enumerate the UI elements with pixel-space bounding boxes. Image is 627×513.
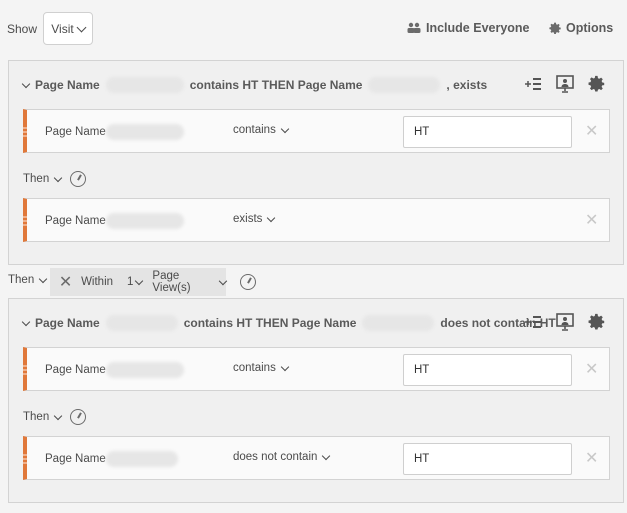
rule-row: Page Name exists ✕ [23,198,610,242]
redacted-value [368,77,441,93]
chevron-down-icon [280,124,290,133]
title-suffix: , exists [446,78,488,92]
rule-dimension[interactable]: Page Name [45,124,184,140]
chevron-down-icon [21,79,31,88]
rule-row: Page Name does not contain HT ✕ [23,436,610,480]
operator-dropdown[interactable]: contains [233,362,290,374]
drag-handle[interactable] [23,125,27,139]
chevron-down-icon [322,451,331,460]
chevron-down-icon [53,411,63,420]
toolbar: Show Visit Include Everyone Options [0,0,627,56]
show-select-value: Visit [51,21,74,36]
people-icon [407,22,421,33]
rule-dimension[interactable]: Page Name [45,213,184,229]
clock-icon[interactable] [240,274,256,290]
close-icon[interactable]: ✕ [585,448,598,468]
dimension-label: Page Name [45,453,106,465]
then-label: Then [23,411,50,423]
options-button[interactable]: Options [549,21,613,35]
presentation-icon[interactable] [555,312,575,332]
container-title[interactable]: Page Name contains HT THEN Page Name doe… [21,315,556,331]
operator-label: exists [233,213,263,225]
operator-label: contains [233,362,276,374]
clock-icon[interactable] [70,409,87,425]
rule-value-input[interactable]: HT [403,354,572,386]
container-header: Page Name contains HT THEN Page Name , e… [9,61,623,109]
clock-icon[interactable] [70,171,87,187]
within-unit-dropdown[interactable]: Page View(s) [152,270,228,294]
container-header: Page Name contains HT THEN Page Name doe… [9,299,623,347]
presentation-icon[interactable] [555,74,575,94]
redacted-value [105,451,178,467]
sequence-container-1: Page Name contains HT THEN Page Name , e… [8,60,624,265]
then-connector: Then [23,409,87,425]
then-label: Then [23,173,50,185]
within-unit-value: Page View(s) [152,270,191,294]
gear-icon[interactable] [587,312,607,332]
redacted-value [105,124,184,140]
operator-dropdown[interactable]: contains [233,124,290,136]
operator-dropdown[interactable]: does not contain [233,451,331,463]
then-dropdown[interactable]: Then [23,173,63,185]
operator-dropdown[interactable]: exists [233,213,276,225]
close-icon[interactable]: ✕ [585,121,598,141]
operator-label: contains [233,124,276,136]
redacted-value [105,362,184,378]
chevron-down-icon [280,362,290,371]
chevron-down-icon [135,276,144,285]
options-label: Options [566,21,614,35]
rule-value-input[interactable]: HT [403,443,572,475]
drag-handle[interactable] [23,214,27,228]
title-mid: contains HT THEN Page Name [183,316,357,330]
chevron-down-icon [218,276,228,285]
drag-handle[interactable] [23,363,27,377]
chevron-down-icon [267,213,276,222]
dimension-label: Page Name [45,126,106,138]
operator-label: does not contain [233,451,318,463]
close-icon[interactable]: ✕ [585,210,598,230]
redacted-value [105,77,184,93]
within-count-value: 1 [127,276,134,288]
gear-icon [549,22,561,34]
chevron-down-icon [76,22,87,32]
redacted-value [105,213,184,229]
close-icon[interactable]: ✕ [585,359,598,379]
include-everyone-button[interactable]: Include Everyone [407,21,530,35]
container-title[interactable]: Page Name contains HT THEN Page Name , e… [21,77,488,93]
then-connector: Then [23,171,87,187]
title-mid: contains HT THEN Page Name [189,78,363,92]
rule-dimension[interactable]: Page Name [45,362,184,378]
chevron-down-icon [53,173,63,182]
show-label: Show [7,22,38,36]
rule-row: Page Name contains HT ✕ [23,347,610,391]
sequence-container-2: Page Name contains HT THEN Page Name doe… [8,298,624,503]
close-icon[interactable]: ✕ [56,272,75,292]
add-rule-icon[interactable] [523,74,543,94]
redacted-value [105,315,178,331]
dimension-label: Page Name [45,215,106,227]
title-prefix: Page Name [35,316,100,330]
redacted-value [362,315,435,331]
within-label: Within [81,276,114,288]
within-count-dropdown[interactable]: 1 [127,276,144,288]
then-dropdown[interactable]: Then [23,411,63,423]
add-rule-icon[interactable] [523,312,543,332]
then-label: Then [8,274,35,286]
rule-dimension[interactable]: Page Name [45,451,178,467]
title-prefix: Page Name [35,78,100,92]
include-everyone-label: Include Everyone [426,21,530,35]
rule-value-input[interactable]: HT [403,116,572,148]
drag-handle[interactable] [23,452,27,466]
within-constraint: ✕ Within 1 Page View(s) [50,268,228,296]
chevron-down-icon [38,274,48,283]
gear-icon[interactable] [587,74,607,94]
then-dropdown[interactable]: Then [8,274,48,286]
dimension-label: Page Name [45,364,106,376]
show-select[interactable]: Visit [43,12,93,45]
rule-row: Page Name contains HT ✕ [23,109,610,153]
chevron-down-icon [21,317,31,326]
